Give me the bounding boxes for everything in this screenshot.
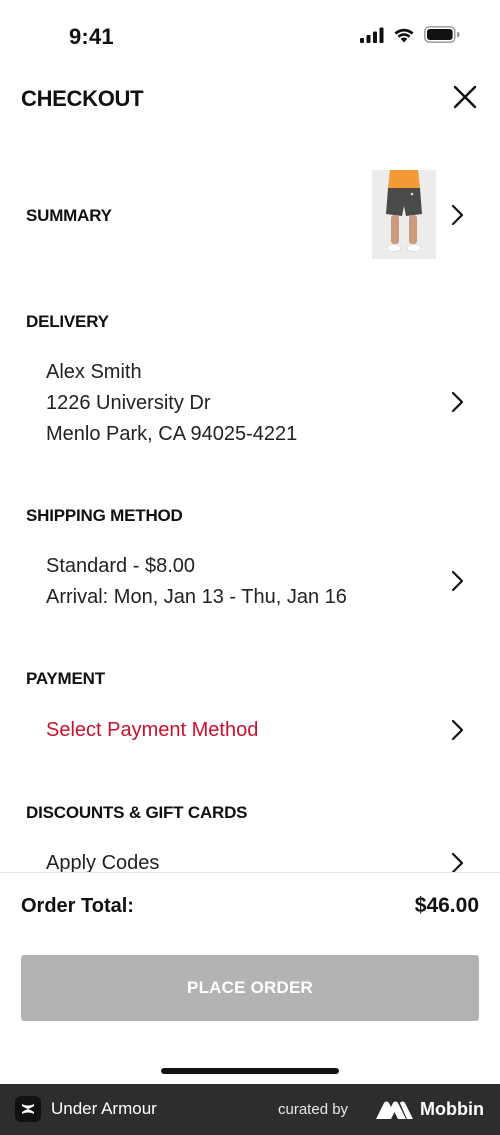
mobbin-logo-icon	[376, 1101, 413, 1119]
page-title: CHECKOUT	[21, 86, 144, 111]
under-armour-logo-icon	[15, 1096, 41, 1122]
shipping-chevron-icon[interactable]	[449, 570, 467, 592]
discounts-title: DISCOUNTS & GIFT CARDS	[26, 803, 248, 822]
app-name: Under Armour	[51, 1099, 157, 1118]
delivery-city: Menlo Park, CA 94025-4221	[46, 423, 298, 445]
close-icon	[453, 85, 477, 109]
checkout-header: CHECKOUT	[0, 74, 500, 124]
curated-by-label: curated by	[278, 1101, 349, 1118]
shipping-method: Standard - $8.00	[46, 555, 195, 577]
cellular-signal-icon	[360, 27, 384, 43]
mobbin-attribution-bar: Under Armour curated by Mobbin	[0, 1084, 500, 1135]
status-icons	[360, 26, 460, 43]
delivery-name: Alex Smith	[46, 361, 142, 383]
delivery-title: DELIVERY	[26, 312, 109, 331]
payment-title: PAYMENT	[26, 669, 105, 688]
product-thumbnail[interactable]	[372, 170, 436, 259]
battery-icon	[424, 26, 460, 43]
mobbin-logo[interactable]: Mobbin	[376, 1099, 484, 1120]
wifi-icon	[394, 28, 414, 42]
status-time: 9:41	[69, 24, 114, 49]
shorts-product-image	[372, 170, 436, 259]
order-total-label: Order Total:	[21, 895, 134, 917]
shipping-title: SHIPPING METHOD	[26, 506, 183, 525]
status-bar: 9:41	[0, 0, 500, 74]
payment-chevron-icon[interactable]	[449, 719, 467, 741]
delivery-street: 1226 University Dr	[46, 392, 211, 414]
delivery-chevron-icon[interactable]	[449, 391, 467, 413]
close-button[interactable]	[452, 84, 478, 110]
shipping-arrival: Arrival: Mon, Jan 13 - Thu, Jan 16	[46, 586, 347, 608]
summary-chevron-icon[interactable]	[449, 204, 467, 226]
discounts-chevron-icon[interactable]	[449, 852, 467, 874]
mobbin-brand-name: Mobbin	[420, 1099, 484, 1119]
summary-title: SUMMARY	[26, 206, 112, 225]
place-order-button[interactable]: PLACE ORDER	[21, 955, 479, 1021]
select-payment-method-link[interactable]: Select Payment Method	[46, 715, 258, 746]
order-footer: Order Total: $46.00 PLACE ORDER	[0, 872, 500, 1084]
home-indicator[interactable]	[161, 1068, 339, 1074]
order-total-value: $46.00	[414, 894, 479, 917]
